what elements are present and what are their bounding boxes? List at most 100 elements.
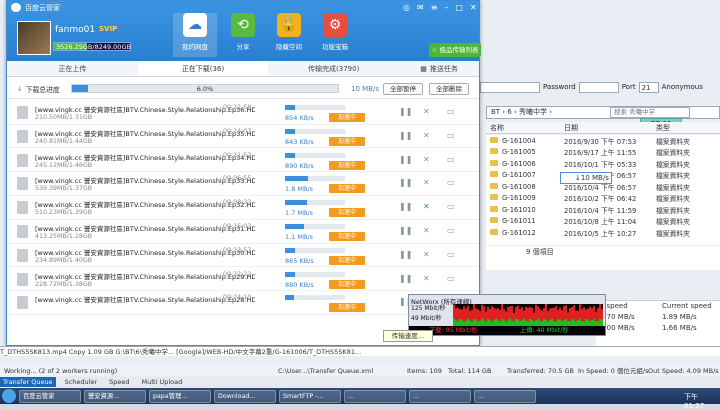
download-row[interactable]: [www.vingk.cc 豐安資源社區]BTV.Chinese.Style.R… bbox=[7, 244, 479, 268]
maximize-icon[interactable]: □ bbox=[455, 3, 463, 12]
cancel-icon[interactable]: ✕ bbox=[423, 155, 430, 164]
download-row[interactable]: [www.vingk.cc 豐安資源社區]BTV.Chinese.Style.R… bbox=[7, 268, 479, 292]
pause-icon[interactable]: ❚❚ bbox=[399, 107, 412, 116]
pause-all-button[interactable]: 全部暂停 bbox=[383, 83, 423, 95]
taskbar-button[interactable]: SmartFTP -... bbox=[279, 389, 341, 403]
close-icon[interactable]: ✕ bbox=[470, 3, 477, 12]
open-folder-icon[interactable]: ▭ bbox=[447, 155, 455, 164]
cancel-icon[interactable]: ✕ bbox=[423, 226, 430, 235]
tab-downloading[interactable]: 正在下载(36) bbox=[137, 61, 269, 76]
nav-my-disk[interactable]: ☁ 我的网盘 bbox=[173, 13, 217, 57]
pause-icon[interactable]: ❚❚ bbox=[399, 250, 412, 259]
taskbar-button[interactable]: ... bbox=[474, 389, 536, 403]
tab-uploading[interactable]: 正在上传 bbox=[7, 61, 138, 76]
open-folder-icon[interactable]: ▭ bbox=[447, 107, 455, 116]
download-bar bbox=[559, 307, 561, 320]
accelerate-badge[interactable]: 加速中 bbox=[329, 160, 365, 170]
networx-graph bbox=[453, 304, 603, 326]
pause-icon[interactable]: ❚❚ bbox=[399, 178, 412, 187]
cancel-icon[interactable]: ✕ bbox=[423, 274, 430, 283]
download-bar bbox=[531, 307, 533, 320]
tab-speed[interactable]: Speed bbox=[106, 377, 132, 387]
taskbar-button[interactable]: 百度云管家 bbox=[19, 389, 81, 403]
mail-icon[interactable]: ✉ bbox=[417, 3, 424, 12]
cancel-icon[interactable]: ✕ bbox=[423, 178, 430, 187]
download-row[interactable]: [www.vingk.cc 豐安資源社區]BTV.Chinese.Style.R… bbox=[7, 149, 479, 173]
accelerate-badge[interactable]: 加速中 bbox=[329, 184, 365, 194]
taskbar-button[interactable]: ... bbox=[344, 389, 406, 403]
cancel-icon[interactable]: ✕ bbox=[423, 131, 430, 140]
download-bar bbox=[565, 305, 567, 319]
tab-completed[interactable]: 传输完成(3790) bbox=[268, 61, 399, 76]
host-field[interactable] bbox=[480, 81, 540, 93]
open-folder-icon[interactable]: ▭ bbox=[447, 202, 455, 211]
download-row[interactable]: [www.vingk.cc 豐安資源社區]BTV.Chinese.Style.R… bbox=[7, 125, 479, 149]
folder-row[interactable]: G-161011 2016/10/8 上午 11:04 檔案資料夾 bbox=[486, 216, 720, 228]
password-field[interactable] bbox=[578, 81, 619, 93]
taskbar-button[interactable]: Download... bbox=[214, 389, 276, 403]
nav-toolbox[interactable]: ⚙ 功能宝箱 bbox=[313, 13, 357, 57]
folder-row[interactable]: G-161010 2016/10/4 下午 11:59 檔案資料夾 bbox=[486, 204, 720, 216]
tab-transfer-queue[interactable]: Transfer Queue bbox=[0, 377, 56, 387]
col-name[interactable]: 名称 bbox=[486, 122, 564, 133]
col-date[interactable]: 日期 bbox=[564, 122, 656, 133]
skin-icon[interactable]: ◎ bbox=[403, 3, 410, 12]
file-size: 240.81MB/1.44GB bbox=[35, 137, 93, 145]
pause-icon[interactable]: ❚❚ bbox=[399, 131, 412, 140]
accelerate-badge[interactable]: 加速中 bbox=[329, 208, 365, 218]
folder-row[interactable]: G-161005 2016/9/17 上午 11:55 檔案資料夾 bbox=[486, 147, 720, 159]
download-row[interactable]: [www.vingk.cc 豐安資源社區]BTV.Chinese.Style.R… bbox=[7, 220, 479, 244]
open-folder-icon[interactable]: ▭ bbox=[447, 178, 455, 187]
explorer-search-input[interactable]: 搜索 秀曦中学 bbox=[610, 107, 690, 118]
col-type[interactable]: 类型 bbox=[656, 122, 716, 133]
avatar[interactable] bbox=[17, 21, 51, 55]
time-remaining: 00:06:55 bbox=[223, 175, 252, 183]
folder-row[interactable]: G-161004 2016/9/30 下午 07:53 檔案資料夾 bbox=[486, 135, 720, 147]
taskbar-button[interactable]: ... bbox=[409, 389, 471, 403]
anonymous-label[interactable]: Anonymous bbox=[662, 83, 703, 91]
open-folder-icon[interactable]: ▭ bbox=[447, 274, 455, 283]
taskbar-button[interactable]: 豐安資源... bbox=[84, 389, 146, 403]
tab-push-task[interactable]: ▦ 推送任务 bbox=[399, 61, 479, 76]
username[interactable]: fanmo01 bbox=[55, 25, 95, 35]
accelerate-badge[interactable]: 加速中 bbox=[329, 136, 365, 146]
download-row[interactable]: [www.vingk.cc 豐安資源社區]BTV.Chinese.Style.R… bbox=[7, 172, 479, 196]
download-row[interactable]: [www.vingk.cc 豐安資源社區]BTV.Chinese.Style.R… bbox=[7, 101, 479, 125]
open-folder-icon[interactable]: ▭ bbox=[447, 226, 455, 235]
open-folder-icon[interactable]: ▭ bbox=[447, 250, 455, 259]
transfer-row[interactable]: T_DTHS5SK813.mp4 Copy 1.09 GB G:\BT\6\秀曦… bbox=[0, 346, 720, 356]
folder-row[interactable]: G-161006 2016/10/1 下午 05:33 檔案資料夾 bbox=[486, 158, 720, 170]
delete-all-button[interactable]: 全部删除 bbox=[429, 83, 469, 95]
tab-multi-upload[interactable]: Multi Upload bbox=[139, 377, 186, 387]
folder-type: 檔案資料夾 bbox=[656, 218, 690, 227]
transfer-list-button[interactable]: ☆ 极品传输列表 bbox=[429, 43, 481, 57]
accelerate-badge[interactable]: 加速中 bbox=[329, 232, 365, 241]
folder-row[interactable]: G-161012 2016/10/5 上午 10:27 檔案資料夾 bbox=[486, 227, 720, 239]
minimize-icon[interactable]: – bbox=[444, 3, 448, 12]
accelerate-badge[interactable]: 加速中 bbox=[329, 303, 365, 313]
pause-icon[interactable]: ❚❚ bbox=[399, 155, 412, 164]
ftp-connect-bar: Password Port 21 Anonymous bbox=[480, 80, 720, 94]
accelerate-badge[interactable]: 加速中 bbox=[329, 113, 365, 122]
pause-icon[interactable]: ❚❚ bbox=[399, 274, 412, 283]
folder-row[interactable]: G-161009 2016/10/2 下午 06:42 檔案資料夾 bbox=[486, 193, 720, 205]
start-icon[interactable] bbox=[2, 389, 16, 403]
pause-icon[interactable]: ❚❚ bbox=[399, 226, 412, 235]
nav-label: 我的网盘 bbox=[182, 43, 208, 51]
menu-icon[interactable]: ≡ bbox=[431, 3, 438, 12]
port-field[interactable]: 21 bbox=[638, 81, 659, 93]
cancel-icon[interactable]: ✕ bbox=[423, 250, 430, 259]
download-row[interactable]: [www.vingk.cc 豐安資源社區]BTV.Chinese.Style.R… bbox=[7, 196, 479, 220]
upload-bar bbox=[599, 318, 601, 326]
taskbar-button[interactable]: papa管理... bbox=[149, 389, 211, 403]
open-folder-icon[interactable]: ▭ bbox=[447, 131, 455, 140]
accelerate-badge[interactable]: 加速中 bbox=[329, 279, 365, 289]
time-remaining: 00:08:33 bbox=[223, 199, 252, 207]
cancel-icon[interactable]: ✕ bbox=[423, 107, 430, 116]
pause-icon[interactable]: ❚❚ bbox=[399, 202, 412, 211]
tab-scheduler[interactable]: Scheduler bbox=[62, 377, 101, 387]
cancel-icon[interactable]: ✕ bbox=[423, 202, 430, 211]
nav-hidden-space[interactable]: 🔒 隐藏空间 bbox=[267, 13, 311, 57]
nav-share[interactable]: ⟲ 分享 bbox=[221, 13, 265, 57]
accelerate-badge[interactable]: 加速中 bbox=[329, 255, 365, 265]
